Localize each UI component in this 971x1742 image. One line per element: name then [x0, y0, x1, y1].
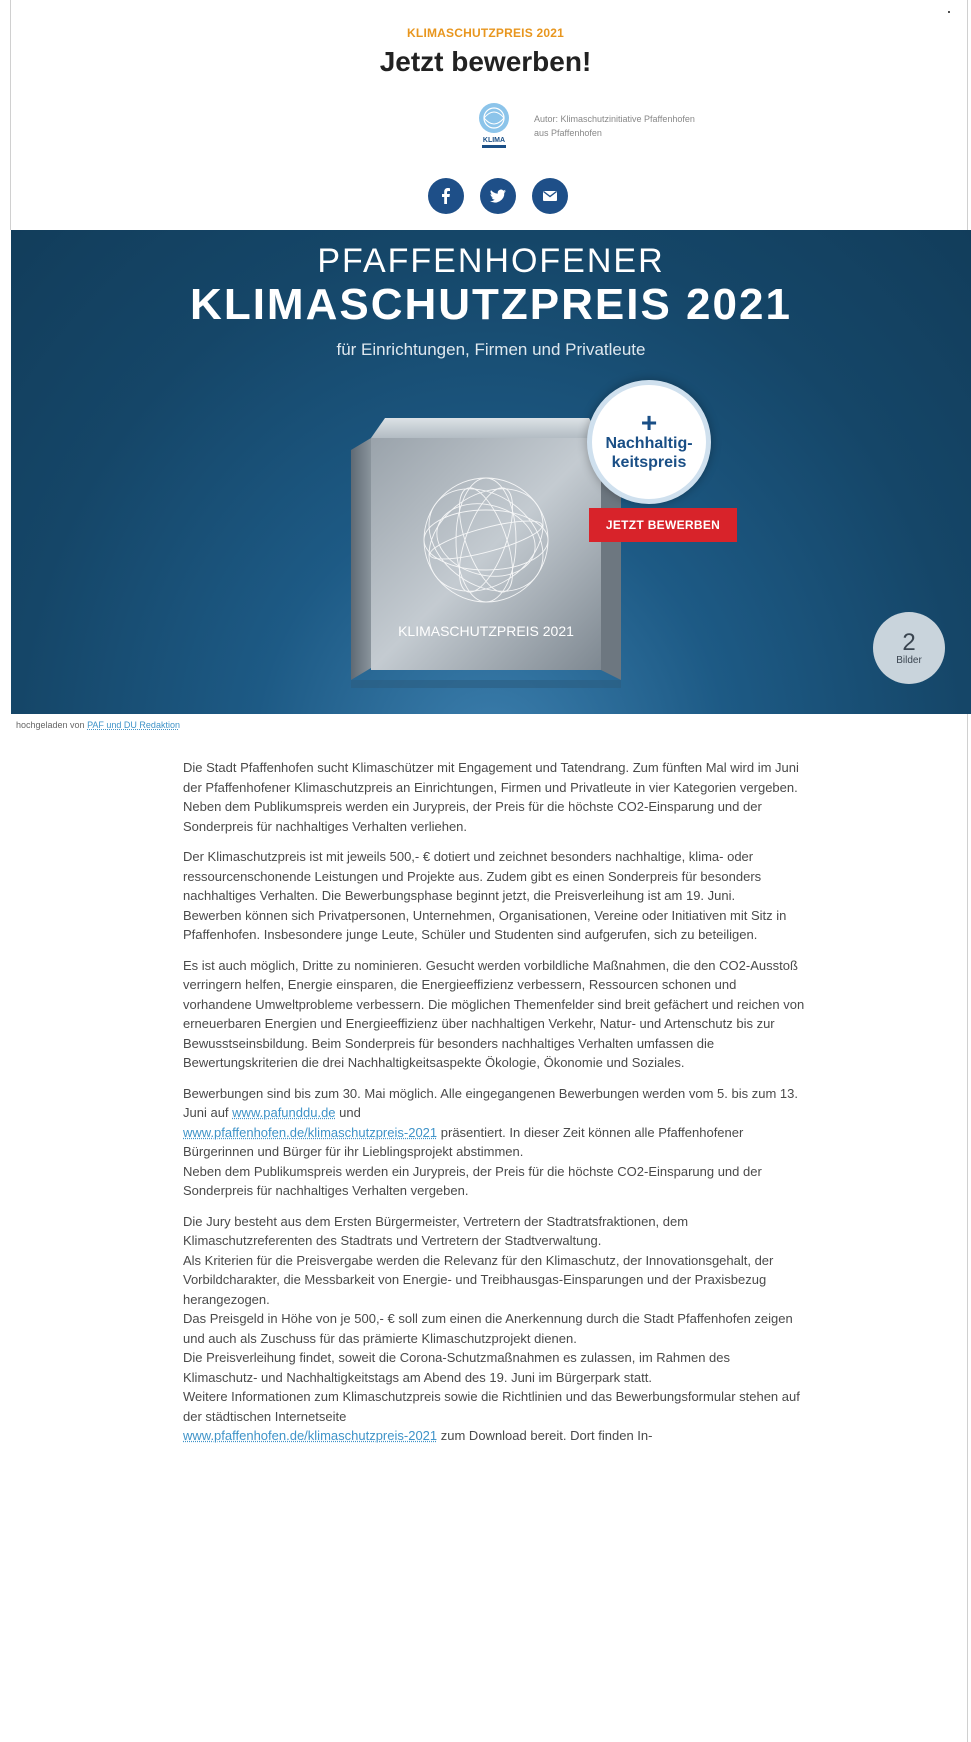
- badge-plus: +: [640, 407, 658, 438]
- sustainability-badge: + Nachhaltig- keitspreis: [587, 380, 711, 504]
- paragraph-4b: und: [339, 1105, 361, 1120]
- paragraph-5e: Weitere Informationen zum Klimaschutzpre…: [183, 1389, 800, 1424]
- twitter-icon: [490, 189, 506, 203]
- klimaschutzpreis-link[interactable]: www.pfaffenhofen.de/klimaschutzpreis-202…: [183, 1125, 437, 1140]
- author-logo-text: KLIMA: [483, 137, 505, 144]
- paragraph-4d: Neben dem Publikumspreis werden ein Jury…: [183, 1163, 762, 1199]
- apply-now-button[interactable]: JETZT BEWERBEN: [589, 508, 737, 542]
- image-count-label: Bilder: [896, 654, 922, 666]
- image-credit: hochgeladen von PAF und DU Redaktion: [16, 720, 180, 730]
- download-link[interactable]: www.pfaffenhofen.de/klimaschutzpreis-202…: [183, 1428, 437, 1443]
- paragraph-5f: zum Download bereit. Dort finden In-: [440, 1428, 653, 1443]
- email-icon: [543, 190, 557, 201]
- paragraph-5a: Die Jury besteht aus dem Ersten Bürgerme…: [183, 1213, 689, 1249]
- hero-subtitle: für Einrichtungen, Firmen und Privatleut…: [336, 340, 646, 359]
- author-name[interactable]: Autor: Klimaschutzinitiative Pfaffenhofe…: [534, 112, 695, 126]
- badge-line-2: keitspreis: [611, 454, 687, 471]
- paragraph-5c: Das Preisgeld in Höhe von je 500,- € sol…: [183, 1311, 793, 1346]
- image-count: 2: [902, 628, 916, 656]
- image-count-badge[interactable]: 2 Bilder: [873, 612, 945, 684]
- email-share-button[interactable]: [532, 178, 568, 214]
- paragraph-1: Die Stadt Pfaffenhofen sucht Klimaschütz…: [183, 760, 799, 834]
- credit-prefix: hochgeladen von: [16, 720, 85, 730]
- hero-title-2: KLIMASCHUTZPREIS 2021: [190, 280, 792, 329]
- facebook-share-button[interactable]: [428, 178, 464, 214]
- author-logo[interactable]: KLIMA: [474, 102, 514, 152]
- cube-label: KLIMASCHUTZPREIS 2021: [398, 623, 574, 639]
- paragraph-5b: Als Kriterien für die Preisvergabe werde…: [183, 1252, 774, 1307]
- hero-image[interactable]: PFAFFENHOFENER KLIMASCHUTZPREIS 2021 für…: [11, 230, 971, 714]
- article-kicker: KLIMASCHUTZPREIS 2021: [407, 26, 564, 40]
- paragraph-2-text: Der Klimaschutzpreis ist mit jeweils 500…: [183, 849, 762, 903]
- paragraph-4: Bewerbungen sind bis zum 30. Mai möglich…: [183, 1084, 805, 1201]
- author-block: KLIMA Autor: Klimaschutzinitiative Pfaff…: [474, 102, 774, 152]
- share-buttons: [428, 178, 568, 214]
- article-headline: Jetzt bewerben!: [379, 46, 592, 77]
- twitter-share-button[interactable]: [480, 178, 516, 214]
- article-body: Die Stadt Pfaffenhofen sucht Klimaschütz…: [183, 758, 805, 1457]
- pafunddu-link[interactable]: www.pafunddu.de: [232, 1105, 335, 1120]
- author-location: aus Pfaffenhofen: [534, 128, 602, 138]
- paragraph-2b-text: Bewerben können sich Privatpersonen, Unt…: [183, 907, 787, 943]
- paragraph-2: Der Klimaschutzpreis ist mit jeweils 500…: [183, 847, 805, 945]
- hero-title-1: PFAFFENHOFENER: [317, 242, 665, 280]
- more-icon[interactable]: ·: [946, 2, 952, 20]
- badge-line-1: Nachhaltig-: [605, 435, 693, 452]
- facebook-icon: [442, 188, 450, 204]
- paragraph-5: Die Jury besteht aus dem Ersten Bürgerme…: [183, 1212, 805, 1446]
- paragraph-5d: Die Preisverleihung findet, soweit die C…: [183, 1350, 730, 1385]
- credit-link[interactable]: PAF und DU Redaktion: [87, 720, 180, 730]
- paragraph-3: Es ist auch möglich, Dritte zu nominiere…: [183, 957, 805, 1071]
